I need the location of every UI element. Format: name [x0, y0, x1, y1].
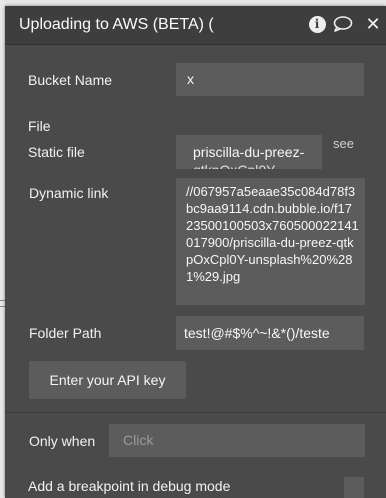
panel-header[interactable]: Uploading to AWS (BETA) ( i ✕	[5, 6, 386, 45]
file-section-label: File	[28, 118, 51, 134]
only-when-condition-input[interactable]: Click	[109, 424, 365, 457]
static-file-name-cut: qtkpOxCpl0Y-unsplash	[193, 161, 322, 169]
static-file-label: Static file	[28, 144, 85, 160]
folder-path-input[interactable]: test!@#$%^~!&*()/teste	[176, 316, 364, 350]
bucket-name-label: Bucket Name	[28, 72, 113, 88]
only-when-label: Only when	[29, 433, 96, 449]
comment-icon[interactable]	[333, 14, 353, 34]
only-when-placeholder: Click	[123, 432, 154, 448]
dynamic-link-value: //067957a5eaae35c084d78f3bc9aa9114.cdn.b…	[186, 184, 359, 284]
close-icon[interactable]: ✕	[363, 14, 383, 34]
static-file-uploader[interactable]: priscilla-du-preez- qtkpOxCpl0Y-unsplash	[176, 135, 322, 169]
dynamic-link-label: Dynamic link	[29, 185, 109, 201]
static-file-name: priscilla-du-preez-	[193, 144, 305, 160]
folder-path-value: test!@#$%^~!&*()/teste	[184, 325, 330, 341]
bucket-name-input[interactable]: x	[176, 63, 364, 96]
dynamic-link-input[interactable]: //067957a5eaae35c084d78f3bc9aa9114.cdn.b…	[176, 178, 365, 305]
property-editor-panel: Uploading to AWS (BETA) ( i ✕ Bucket Nam…	[5, 6, 386, 498]
panel-title: Uploading to AWS (BETA) (	[19, 16, 214, 33]
bucket-name-value: x	[187, 71, 194, 87]
enter-api-key-button[interactable]: Enter your API key	[29, 361, 186, 399]
breakpoint-label: Add a breakpoint in debug mode	[28, 478, 231, 494]
see-link[interactable]: see	[333, 136, 354, 151]
breakpoint-checkbox[interactable]	[344, 477, 364, 498]
section-divider	[5, 412, 386, 413]
folder-path-label: Folder Path	[29, 325, 102, 341]
info-icon[interactable]: i	[307, 14, 327, 34]
